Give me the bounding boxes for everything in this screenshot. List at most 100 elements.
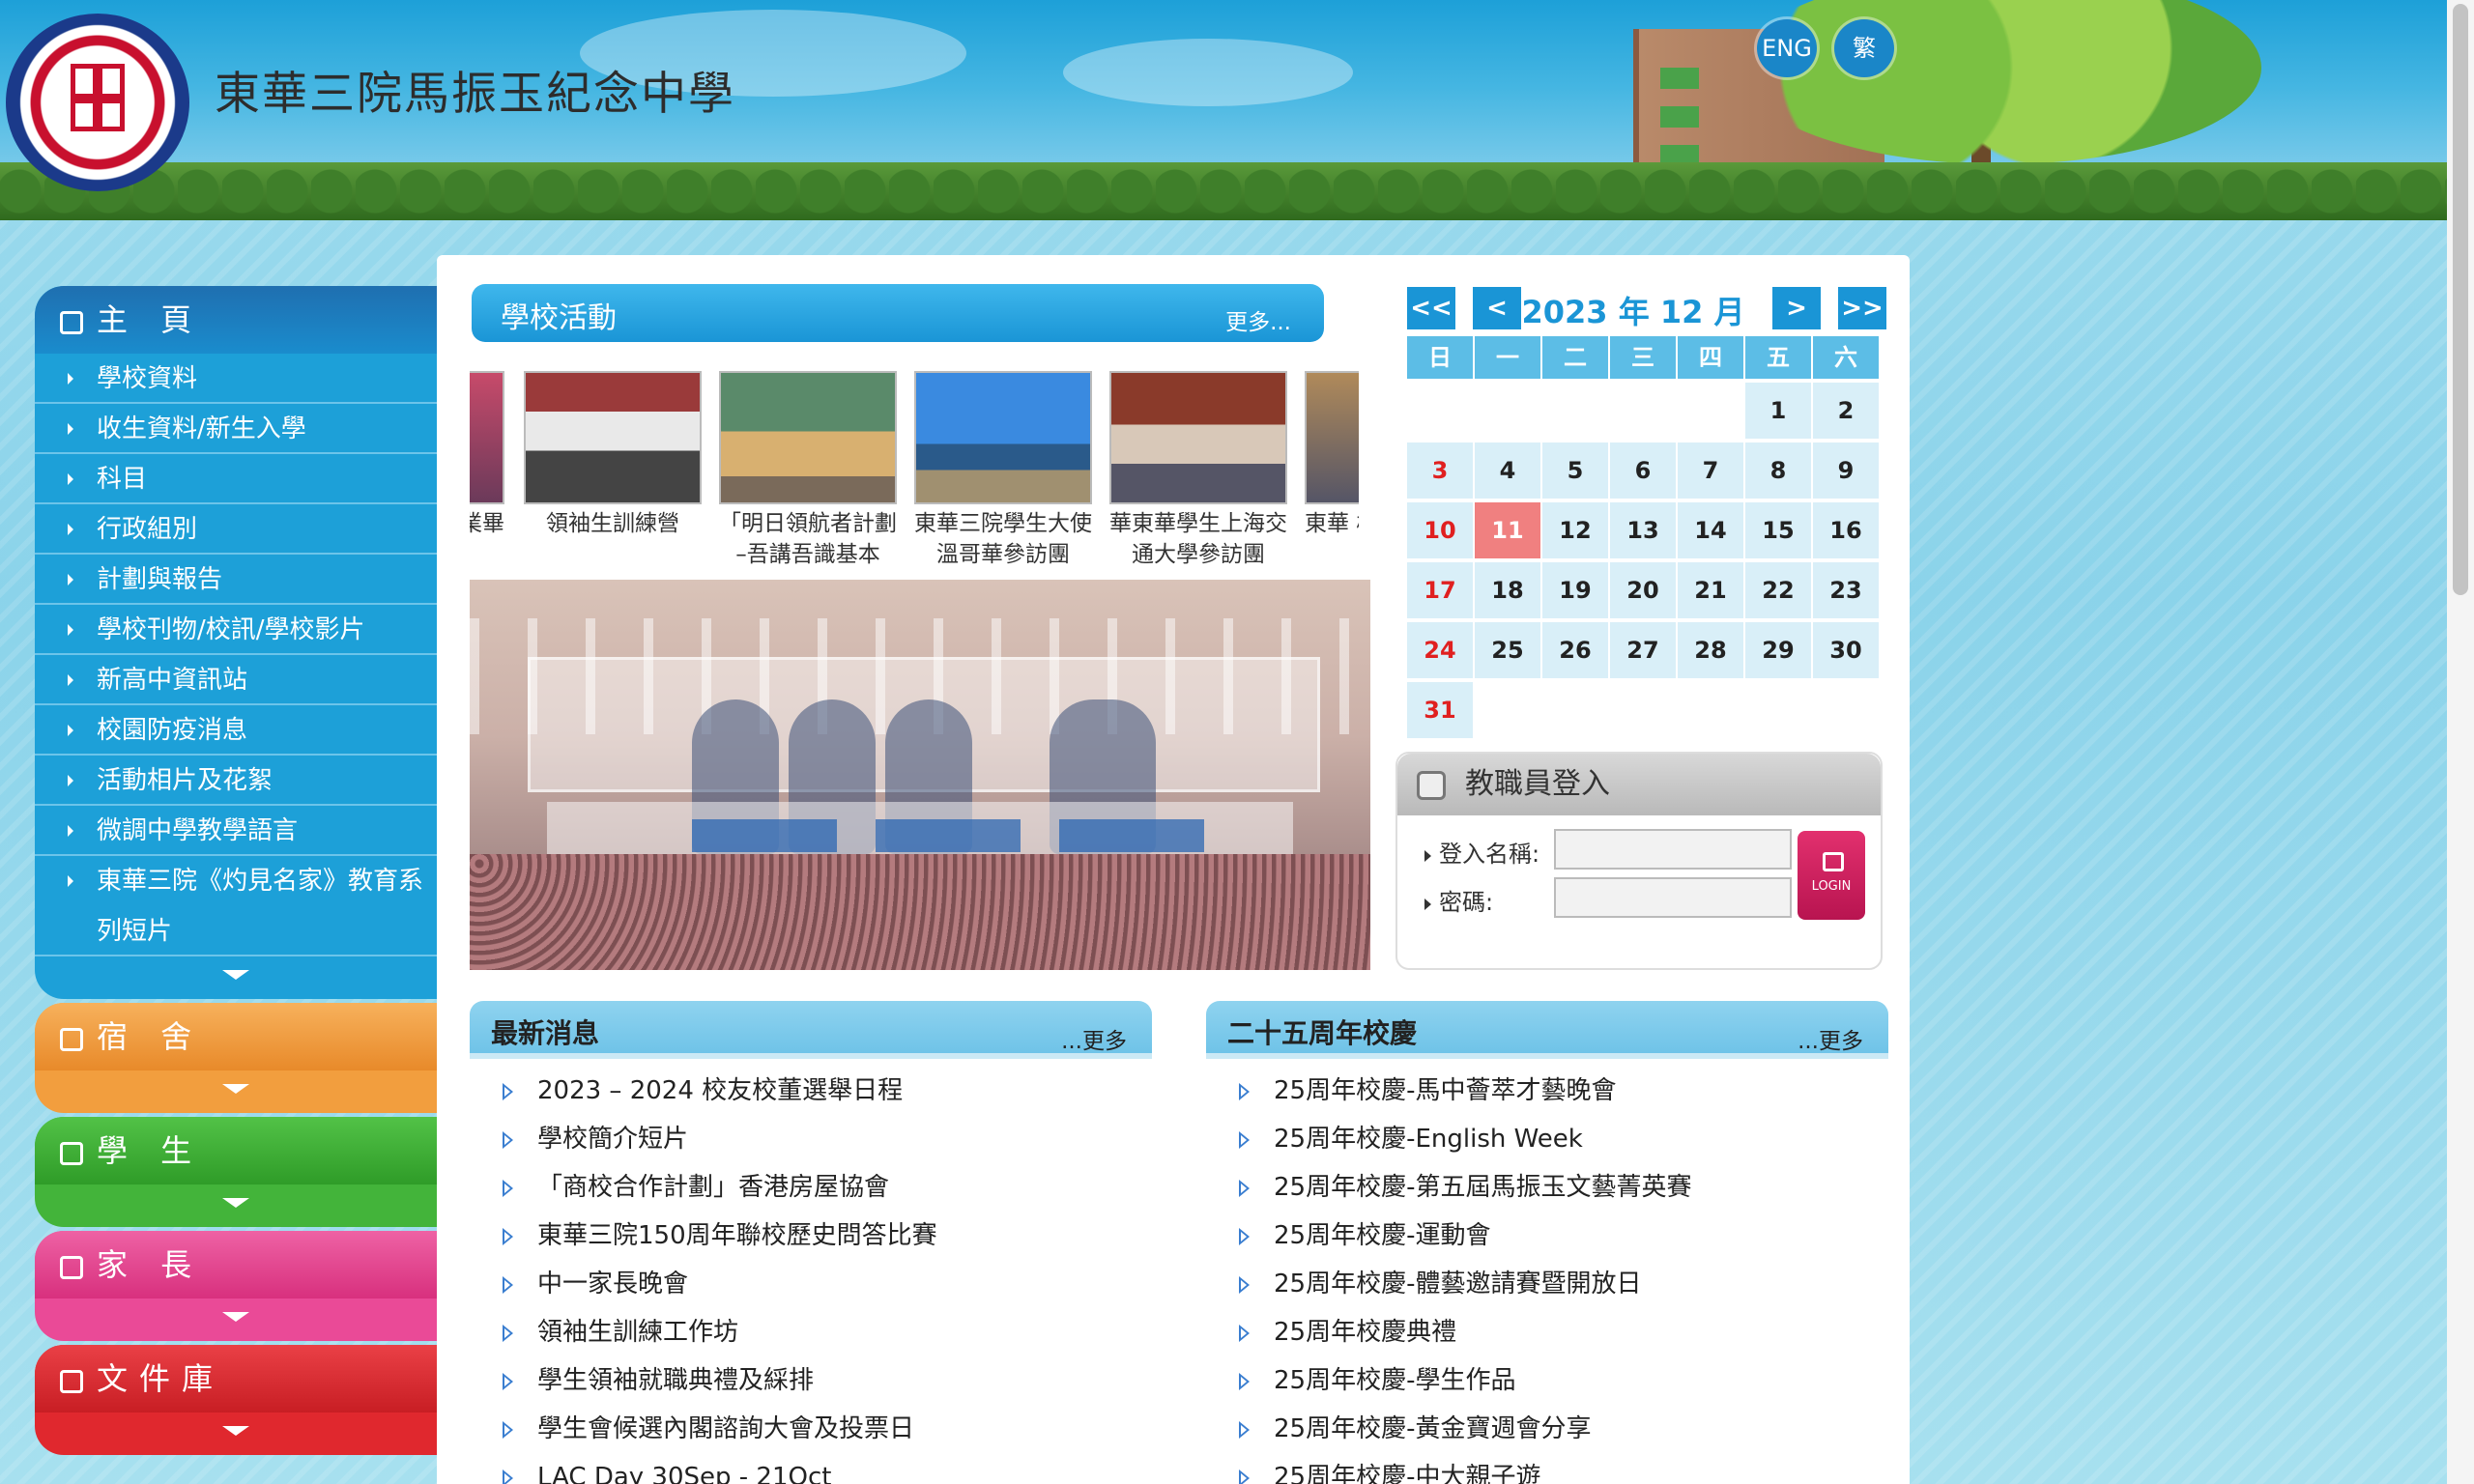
news-list: 2023 – 2024 校友校董選舉日程 學校簡介短片 「商校合作計劃」香港房屋協會…	[479, 1067, 1146, 1484]
sidebar-item-videos[interactable]: 東華三院《灼見名家》教育系列短片	[35, 856, 437, 956]
sidebar-item-photos[interactable]: 活動相片及花絮	[35, 756, 437, 806]
sidebar-item-publications[interactable]: 學校刊物/校訊/學校影片	[35, 605, 437, 655]
calendar-day[interactable]: 16	[1813, 502, 1879, 558]
sidebar-home: 主 頁 學校資料 收生資料/新生入學 科目 行政組別 計劃與報告 學校刊物/校訊…	[35, 286, 437, 999]
sidebar-item-covid[interactable]: 校園防疫消息	[35, 705, 437, 756]
activity-thumb[interactable]: 「明日領航者計劃 –吾講吾識基本	[719, 371, 897, 570]
news-item[interactable]: 東華三院150周年聯校歷史問答比賽	[479, 1212, 1146, 1260]
news-item[interactable]: 25周年校慶典禮	[1216, 1308, 1883, 1356]
calendar-day[interactable]: 4	[1475, 442, 1540, 499]
expand-arrow-icon[interactable]	[35, 956, 437, 999]
calendar-day[interactable]: 27	[1610, 622, 1676, 678]
calendar-day[interactable]: 12	[1542, 502, 1608, 558]
expand-arrow-icon[interactable]	[35, 1298, 437, 1341]
news-item[interactable]: 學生領袖就職典禮及綵排	[479, 1356, 1146, 1405]
sidebar-item-admission[interactable]: 收生資料/新生入學	[35, 404, 437, 454]
sidebar-home-header[interactable]: 主 頁	[35, 286, 437, 354]
news-item[interactable]: 25周年校慶-黃金寶週會分享	[1216, 1405, 1883, 1453]
news-item[interactable]: 學校簡介短片	[479, 1115, 1146, 1163]
expand-arrow-icon[interactable]	[35, 1184, 437, 1227]
calendar-day[interactable]: 13	[1610, 502, 1676, 558]
sidebar-item-moi[interactable]: 微調中學教學語言	[35, 806, 437, 856]
sidebar-item-admin[interactable]: 行政組別	[35, 504, 437, 555]
activity-thumb[interactable]: 東華 校北	[1305, 371, 1359, 570]
news-item[interactable]: 25周年校慶-English Week	[1216, 1115, 1883, 1163]
news-item[interactable]: 25周年校慶-運動會	[1216, 1212, 1883, 1260]
calendar-day[interactable]: 1	[1745, 383, 1811, 439]
news-title: 最新消息	[491, 1017, 600, 1049]
lang-eng-button[interactable]: ENG	[1757, 19, 1817, 77]
news-item[interactable]: 學生會候選內閣諮詢大會及投票日	[479, 1405, 1146, 1453]
calendar-day[interactable]: 31	[1407, 682, 1473, 738]
calendar-day[interactable]: 7	[1678, 442, 1743, 499]
calendar-day[interactable]: 19	[1542, 562, 1608, 618]
featured-photo[interactable]	[470, 580, 1370, 970]
lang-trad-button[interactable]: 繁	[1834, 19, 1894, 77]
login-button[interactable]: LOGIN	[1798, 831, 1865, 920]
activity-thumb[interactable]: 華東華學生上海交通大學參訪團	[1109, 371, 1287, 570]
news-item[interactable]: 25周年校慶-中大親子遊	[1216, 1453, 1883, 1484]
calendar-day[interactable]: 20	[1610, 562, 1676, 618]
news-item[interactable]: 25周年校慶-學生作品	[1216, 1356, 1883, 1405]
calendar-day[interactable]: 23	[1813, 562, 1879, 618]
calendar-day[interactable]: 18	[1475, 562, 1540, 618]
calendar-day[interactable]: 5	[1542, 442, 1608, 499]
password-input[interactable]	[1554, 877, 1792, 918]
school-logo[interactable]	[6, 14, 189, 191]
news-item[interactable]: 「商校合作計劃」香港房屋協會	[479, 1163, 1146, 1212]
calendar-day[interactable]: 26	[1542, 622, 1608, 678]
calendar-day[interactable]: 14	[1678, 502, 1743, 558]
activity-thumb[interactable]: 領袖生訓練營	[524, 371, 702, 570]
cal-next-month-button[interactable]: >	[1772, 287, 1821, 329]
sidebar-item-school-info[interactable]: 學校資料	[35, 354, 437, 404]
calendar-day[interactable]: 30	[1813, 622, 1879, 678]
sidebar-students: 學 生	[35, 1117, 437, 1227]
news-item[interactable]: 25周年校慶-體藝邀請賽暨開放日	[1216, 1260, 1883, 1308]
sidebar-item-nss[interactable]: 新高中資訊站	[35, 655, 437, 705]
activity-photo	[1305, 371, 1359, 504]
calendar-day[interactable]: 15	[1745, 502, 1811, 558]
weekday-header: 六	[1813, 336, 1879, 379]
news-item[interactable]: 2023 – 2024 校友校董選舉日程	[479, 1067, 1146, 1115]
calendar-day[interactable]: 22	[1745, 562, 1811, 618]
activity-thumb[interactable]: 東華三院學生大使溫哥華參訪團	[914, 371, 1092, 570]
calendar-day[interactable]: 17	[1407, 562, 1473, 618]
calendar-day[interactable]: 11	[1475, 502, 1540, 558]
sidebar-item-subjects[interactable]: 科目	[35, 454, 437, 504]
calendar-day[interactable]: 2	[1813, 383, 1879, 439]
news-item[interactable]: LAC Day 30Sep - 21Oct	[479, 1453, 1146, 1484]
news-more-link[interactable]: ...更多	[1061, 1022, 1127, 1055]
username-input[interactable]	[1554, 829, 1792, 870]
news-item[interactable]: 25周年校慶-馬中薈萃才藝晚會	[1216, 1067, 1883, 1115]
activities-more-link[interactable]: 更多...	[1225, 303, 1291, 336]
calendar-day[interactable]: 3	[1407, 442, 1473, 499]
calendar-day[interactable]: 28	[1678, 622, 1743, 678]
calendar-day[interactable]: 25	[1475, 622, 1540, 678]
activity-caption: 領袖生訓練營	[546, 511, 679, 536]
sidebar-documents-header[interactable]: 文件庫	[35, 1345, 437, 1413]
sidebar-dorm-header[interactable]: 宿 舍	[35, 1003, 437, 1070]
calendar-day[interactable]: 21	[1678, 562, 1743, 618]
cal-prev-year-button[interactable]: <<	[1407, 287, 1455, 329]
news-item[interactable]: 中一家長晚會	[479, 1260, 1146, 1308]
weekday-header: 三	[1610, 336, 1676, 379]
scrollbar-thumb[interactable]	[2453, 4, 2468, 595]
calendar-day[interactable]: 8	[1745, 442, 1811, 499]
activity-thumb[interactable]: 業畢	[470, 371, 504, 570]
news-item[interactable]: 領袖生訓練工作坊	[479, 1308, 1146, 1356]
sidebar-students-header[interactable]: 學 生	[35, 1117, 437, 1184]
cal-next-year-button[interactable]: >>	[1838, 287, 1886, 329]
calendar-day[interactable]: 6	[1610, 442, 1676, 499]
expand-arrow-icon[interactable]	[35, 1413, 437, 1455]
anniversary-list: 25周年校慶-馬中薈萃才藝晚會 25周年校慶-English Week 25周年校慶…	[1216, 1067, 1883, 1484]
calendar-day[interactable]: 9	[1813, 442, 1879, 499]
scrollbar[interactable]	[2447, 0, 2474, 1484]
news-item[interactable]: 25周年校慶-第五屆馬振玉文藝菁英賽	[1216, 1163, 1883, 1212]
sidebar-parents-header[interactable]: 家 長	[35, 1231, 437, 1298]
sidebar-item-plans[interactable]: 計劃與報告	[35, 555, 437, 605]
calendar-day[interactable]: 29	[1745, 622, 1811, 678]
expand-arrow-icon[interactable]	[35, 1070, 437, 1113]
calendar-day[interactable]: 10	[1407, 502, 1473, 558]
anniversary-more-link[interactable]: ...更多	[1798, 1022, 1863, 1055]
calendar-day[interactable]: 24	[1407, 622, 1473, 678]
